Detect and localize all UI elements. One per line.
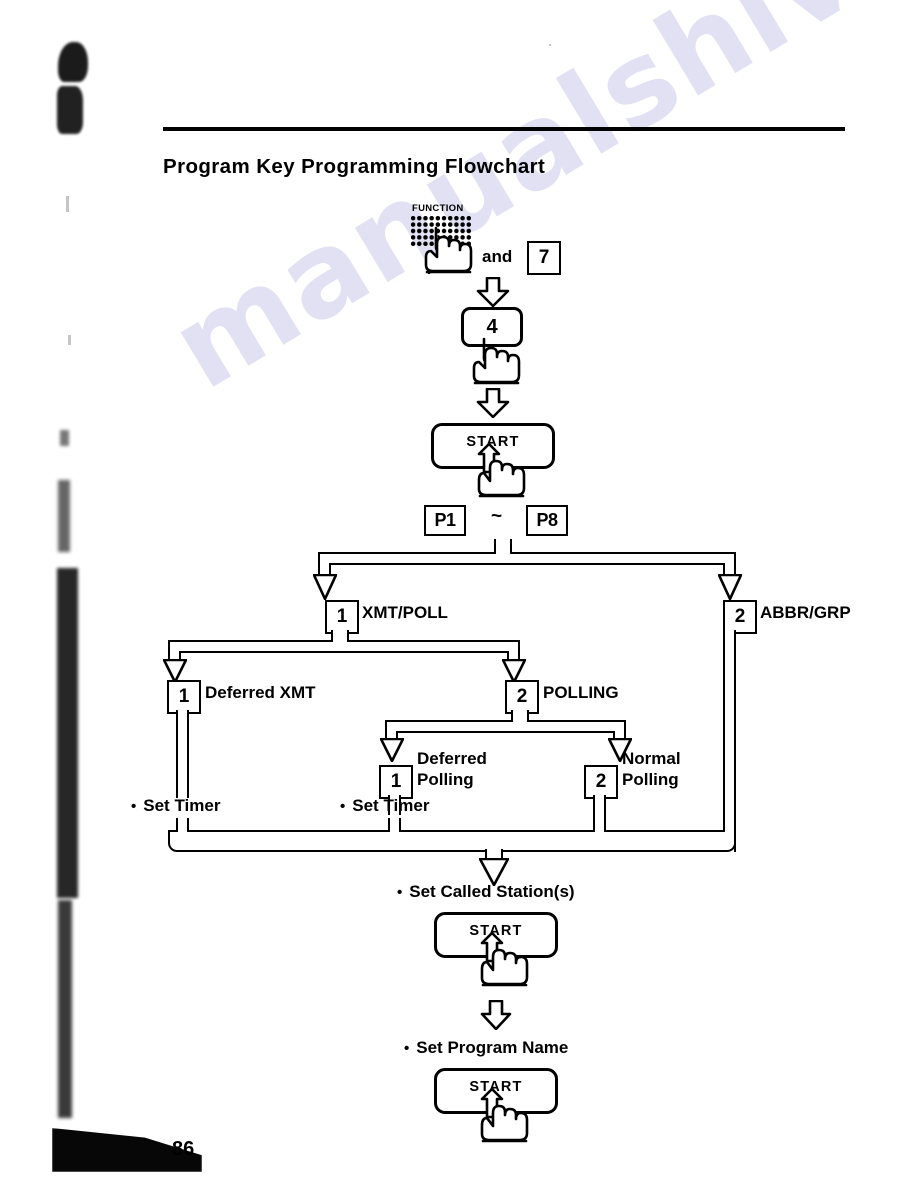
connector-deferred-xmt-vertical xyxy=(176,710,189,798)
pointing-hand-icon xyxy=(475,931,545,987)
flow-arrow-down xyxy=(313,574,337,600)
connector-joint xyxy=(178,828,187,834)
scan-artifact-smudge xyxy=(58,480,70,552)
header-rule xyxy=(163,127,845,131)
key-7[interactable]: 7 xyxy=(527,241,561,275)
option-key-1-deferred-polling[interactable]: 1 xyxy=(379,765,413,799)
option-label-xmt-poll: XMT/POLL xyxy=(362,603,448,622)
scan-artifact-smudge xyxy=(58,900,72,1118)
scan-artifact-smudge xyxy=(58,42,88,82)
key-p1[interactable]: P1 xyxy=(424,505,466,536)
option-label-normal-polling-line2: Polling xyxy=(622,770,679,789)
scan-artifact-smudge xyxy=(57,568,78,898)
option-key-2-normal-polling[interactable]: 2 xyxy=(584,765,618,799)
key-p8[interactable]: P8 xyxy=(526,505,568,536)
option-label-abbr-grp: ABBR/GRP xyxy=(760,603,851,622)
option-label-deferred-polling-line1: Deferred xyxy=(417,749,487,768)
connector-bus xyxy=(385,720,626,733)
connector-joint xyxy=(390,828,399,834)
option-label-deferred-xmt: Deferred XMT xyxy=(205,683,316,702)
pointing-hand-icon xyxy=(418,226,488,274)
connector-joint xyxy=(595,828,604,834)
flow-arrow-down xyxy=(718,574,742,600)
connector-abbr-grp-vertical xyxy=(723,630,736,852)
connector-joint xyxy=(487,847,501,852)
scan-speck xyxy=(66,196,69,212)
range-tilde: ~ xyxy=(491,506,503,527)
connector-merge-rail xyxy=(168,830,736,852)
flow-arrow-down xyxy=(380,738,404,762)
page-number: 86 xyxy=(172,1138,195,1160)
option-key-2-polling[interactable]: 2 xyxy=(505,680,539,714)
flow-arrow-down xyxy=(476,388,510,418)
set-timer-left: Set Timer xyxy=(131,796,220,816)
option-key-2-abbr-grp[interactable]: 2 xyxy=(723,600,757,634)
connector-bus xyxy=(318,552,736,565)
option-label-polling: POLLING xyxy=(543,683,619,702)
pointing-hand-icon xyxy=(466,337,536,385)
scan-artifact-smudge xyxy=(57,86,83,134)
pointing-hand-icon xyxy=(472,442,542,498)
set-timer-mid: Set Timer xyxy=(340,796,429,816)
option-key-1-xmt-poll[interactable]: 1 xyxy=(325,600,359,634)
connector-joint xyxy=(496,550,510,556)
scan-speck xyxy=(549,44,551,46)
scanned-page: manualshive.com Program Key Programming … xyxy=(0,0,918,1188)
and-text: and xyxy=(482,247,513,266)
flow-arrow-down xyxy=(476,277,510,307)
key-4-label: 4 xyxy=(486,315,498,338)
connector-joint xyxy=(725,828,734,834)
option-key-1-deferred-xmt[interactable]: 1 xyxy=(167,680,201,714)
set-program-name: Set Program Name xyxy=(404,1038,568,1058)
scan-speck xyxy=(68,335,71,345)
option-label-normal-polling-line1: Normal xyxy=(622,749,681,768)
option-label-deferred-polling-line2: Polling xyxy=(417,770,474,789)
scan-artifact-smudge xyxy=(60,430,69,446)
function-key-caption: FUNCTION xyxy=(412,203,464,214)
page-title: Program Key Programming Flowchart xyxy=(163,155,546,178)
connector-joint xyxy=(513,718,527,724)
connector-joint xyxy=(333,638,347,644)
flow-arrow-down xyxy=(480,1000,512,1030)
pointing-hand-icon xyxy=(475,1087,545,1143)
set-called-stations: Set Called Station(s) xyxy=(397,882,574,902)
